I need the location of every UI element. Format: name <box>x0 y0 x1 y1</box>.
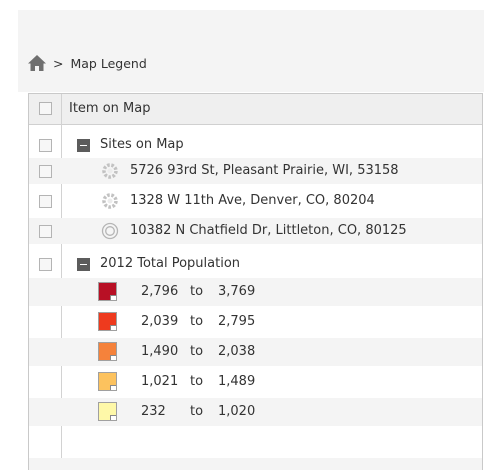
site-checkbox[interactable] <box>39 195 52 208</box>
class-row: 1,021 to 1,489 <box>29 368 482 396</box>
group-checkbox-sites[interactable] <box>39 139 52 152</box>
color-swatch[interactable] <box>98 282 117 301</box>
group-label-population: 2012 Total Population <box>100 256 241 271</box>
color-swatch[interactable] <box>98 342 117 361</box>
group-row-sites: Sites on Map <box>29 136 482 154</box>
group-row-population: 2012 Total Population <box>29 255 482 273</box>
collapse-icon[interactable] <box>77 139 90 152</box>
class-to-word: to <box>190 344 204 359</box>
class-to-word: to <box>190 374 204 389</box>
legend-table: Item on Map Sites on Map 5726 93rd St, P… <box>28 93 483 470</box>
class-to-word: to <box>190 404 204 419</box>
site-checkbox[interactable] <box>39 225 52 238</box>
collapse-icon[interactable] <box>77 258 90 271</box>
color-swatch[interactable] <box>98 312 117 331</box>
group-checkbox-population[interactable] <box>39 258 52 271</box>
class-to: 2,795 <box>218 314 256 329</box>
class-to: 1,020 <box>218 404 256 419</box>
site-row: 10382 N Chatfield Dr, Littleton, CO, 801… <box>29 218 482 244</box>
empty-row <box>29 458 482 470</box>
select-all-checkbox[interactable] <box>39 102 52 115</box>
gear-marker-icon <box>102 193 118 209</box>
site-checkbox[interactable] <box>39 165 52 178</box>
class-row: 2,039 to 2,795 <box>29 308 482 336</box>
dropdown-corner-icon <box>110 355 116 360</box>
site-row: 1328 W 11th Ave, Denver, CO, 80204 <box>29 188 482 214</box>
site-address: 1328 W 11th Ave, Denver, CO, 80204 <box>130 193 375 208</box>
class-row: 1,490 to 2,038 <box>29 338 482 366</box>
site-row: 5726 93rd St, Pleasant Prairie, WI, 5315… <box>29 158 482 184</box>
gear-marker-icon <box>102 163 118 179</box>
site-address: 5726 93rd St, Pleasant Prairie, WI, 5315… <box>130 163 399 178</box>
color-swatch[interactable] <box>98 372 117 391</box>
class-row: 232 to 1,020 <box>29 398 482 426</box>
dropdown-corner-icon <box>110 385 116 390</box>
breadcrumb: > Map Legend <box>27 53 147 73</box>
color-swatch[interactable] <box>98 402 117 421</box>
class-to-word: to <box>190 314 204 329</box>
dropdown-corner-icon <box>110 295 116 300</box>
class-to-word: to <box>190 284 204 299</box>
dropdown-corner-icon <box>110 415 116 420</box>
class-from: 1,021 <box>141 374 179 389</box>
class-from: 2,039 <box>141 314 179 329</box>
home-icon[interactable] <box>27 54 47 72</box>
class-from: 232 <box>141 404 166 419</box>
site-address: 10382 N Chatfield Dr, Littleton, CO, 801… <box>130 223 407 238</box>
class-row: 2,796 to 3,769 <box>29 278 482 306</box>
class-from: 1,490 <box>141 344 179 359</box>
class-from: 2,796 <box>141 284 179 299</box>
breadcrumb-separator: > <box>53 55 64 71</box>
header-item-on-map: Item on Map <box>69 101 151 116</box>
class-to: 2,038 <box>218 344 256 359</box>
table-header: Item on Map <box>29 94 482 125</box>
class-to: 1,489 <box>218 374 256 389</box>
breadcrumb-current: Map Legend <box>70 55 147 71</box>
top-band <box>18 10 484 92</box>
ring-marker-icon <box>101 222 119 240</box>
class-to: 3,769 <box>218 284 256 299</box>
group-label-sites: Sites on Map <box>100 137 184 152</box>
dropdown-corner-icon <box>110 325 116 330</box>
